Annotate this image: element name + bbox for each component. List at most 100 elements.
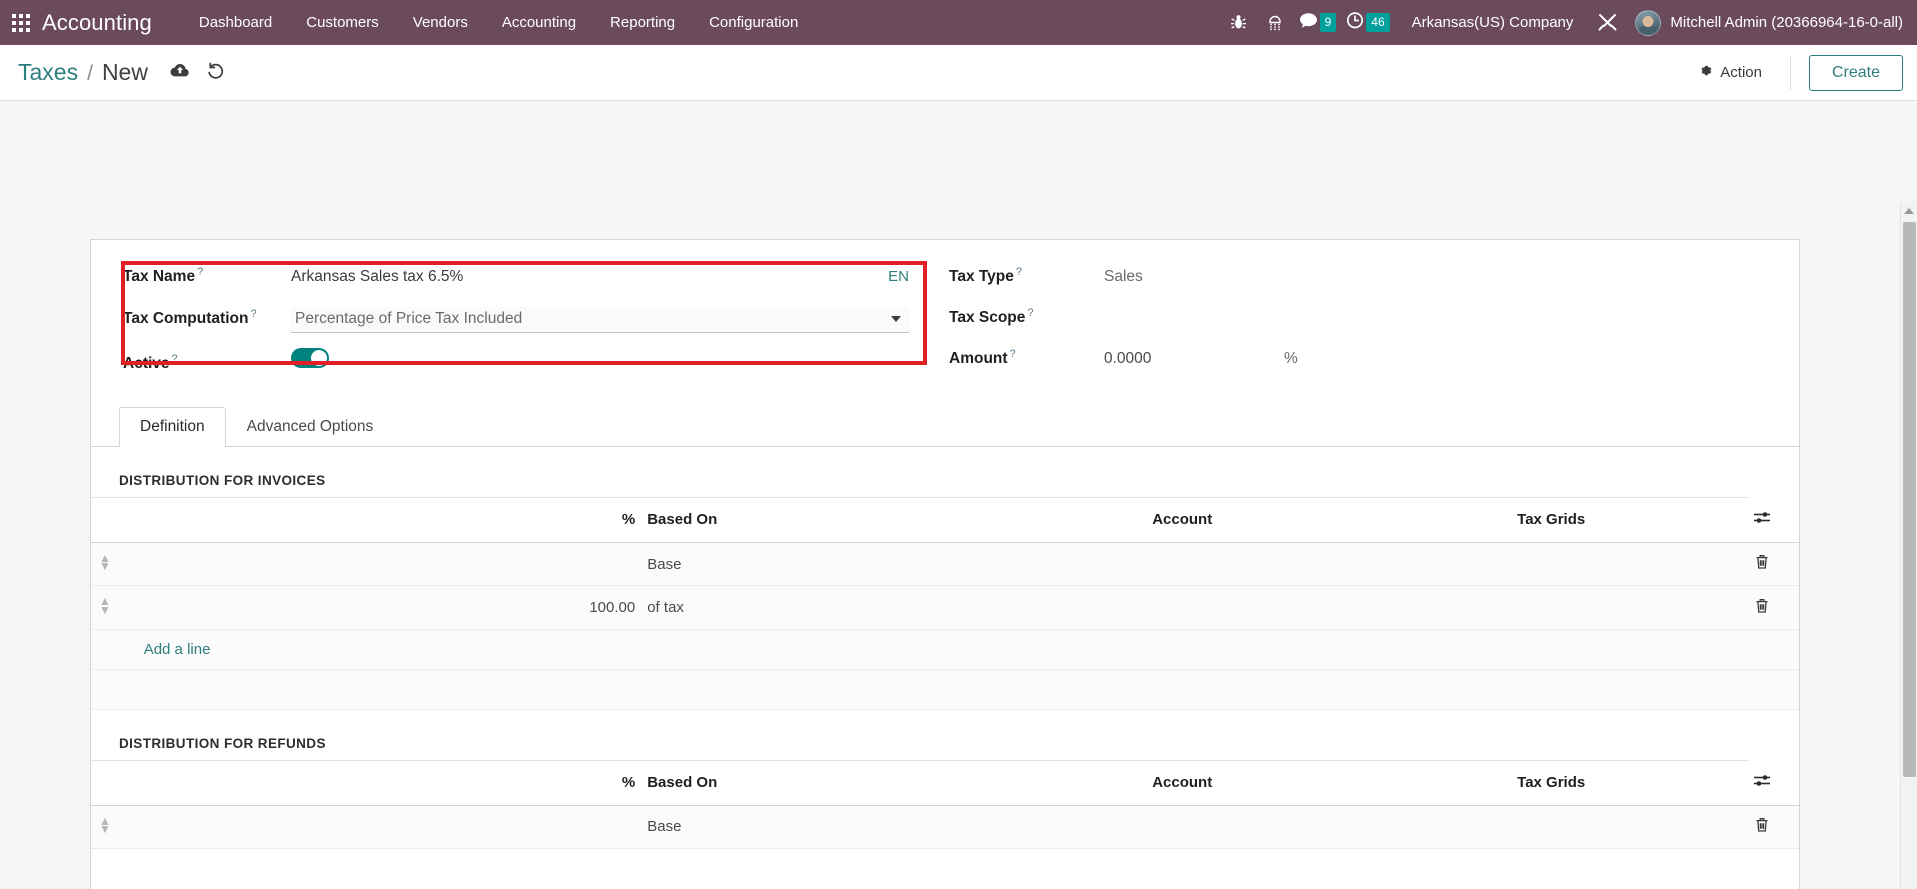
chat-bubble-icon bbox=[1299, 12, 1318, 34]
form-left-column: Tax Name? EN Tax Computation? Percentage… bbox=[91, 262, 931, 385]
wrench-screwdriver-icon[interactable] bbox=[1589, 7, 1625, 39]
help-tooltip-icon[interactable]: ? bbox=[1016, 266, 1022, 278]
help-tooltip-icon[interactable]: ? bbox=[172, 353, 178, 365]
row-drag-handle[interactable]: ▲ ▼ bbox=[91, 805, 144, 850]
breadcrumb-item-new: New bbox=[101, 59, 148, 85]
field-tax-name: Tax Name? EN bbox=[123, 262, 931, 303]
th-handle bbox=[91, 498, 144, 543]
save-record-button[interactable] bbox=[166, 59, 194, 87]
main-menu: Dashboard Customers Vendors Accounting R… bbox=[182, 7, 815, 38]
cell-tax-grids[interactable] bbox=[1377, 542, 1726, 587]
cell-delete[interactable] bbox=[1725, 585, 1799, 630]
th-based-on: Based On bbox=[639, 498, 988, 543]
add-line-cell[interactable]: Add a line bbox=[143, 629, 1799, 670]
activities-counter[interactable]: 46 bbox=[1340, 11, 1393, 34]
sliders-icon[interactable] bbox=[1753, 512, 1772, 529]
undo-icon bbox=[206, 62, 225, 84]
cell-tax-grids[interactable] bbox=[1377, 805, 1726, 850]
table-header-row: % Based On Account Tax Grids bbox=[91, 498, 1799, 543]
cell-delete[interactable] bbox=[1725, 542, 1799, 587]
tab-advanced-options[interactable]: Advanced Options bbox=[226, 407, 395, 446]
row-drag-handle[interactable]: ▲ ▼ bbox=[91, 542, 144, 587]
breadcrumb-item-taxes[interactable]: Taxes bbox=[18, 59, 78, 86]
menu-item-dashboard[interactable]: Dashboard bbox=[182, 7, 289, 38]
cell-based-on[interactable]: of tax bbox=[639, 585, 988, 630]
table-row[interactable]: ▲ ▼ Base bbox=[91, 805, 1799, 850]
grid-dots-icon[interactable] bbox=[1257, 7, 1293, 39]
cell-based-on[interactable]: Base bbox=[639, 805, 988, 850]
bug-icon[interactable] bbox=[1221, 7, 1257, 39]
help-tooltip-icon[interactable]: ? bbox=[250, 308, 256, 320]
form-sheet: Tax Name? EN Tax Computation? Percentage… bbox=[90, 239, 1800, 889]
active-toggle[interactable] bbox=[291, 348, 329, 368]
trash-icon[interactable] bbox=[1755, 598, 1769, 618]
tax-scope-label: Tax Scope? bbox=[949, 307, 1034, 327]
menu-item-configuration[interactable]: Configuration bbox=[692, 7, 815, 38]
scrollbar-thumb[interactable] bbox=[1903, 222, 1916, 777]
help-tooltip-icon[interactable]: ? bbox=[1027, 307, 1033, 319]
field-tax-computation: Tax Computation? Percentage of Price Tax… bbox=[123, 303, 931, 344]
menu-item-vendors[interactable]: Vendors bbox=[396, 7, 485, 38]
cell-tax-grids[interactable] bbox=[1377, 585, 1726, 630]
amount-value[interactable]: 0.0000 bbox=[1104, 350, 1284, 368]
tax-computation-label: Tax Computation? bbox=[123, 307, 257, 327]
clock-icon bbox=[1346, 11, 1364, 34]
menu-item-reporting[interactable]: Reporting bbox=[593, 7, 692, 38]
company-switcher[interactable]: Arkansas(US) Company bbox=[1412, 14, 1574, 31]
cell-account[interactable] bbox=[987, 585, 1378, 630]
field-tax-scope: Tax Scope? bbox=[949, 303, 1799, 344]
cell-percent[interactable] bbox=[143, 542, 640, 587]
cloud-upload-icon bbox=[170, 63, 190, 83]
active-label: Active? bbox=[123, 352, 178, 372]
tab-definition[interactable]: Definition bbox=[119, 407, 226, 447]
gear-icon bbox=[1698, 63, 1713, 82]
toolbar-divider bbox=[1789, 55, 1791, 90]
action-menu-label: Action bbox=[1720, 64, 1762, 81]
row-drag-handle[interactable]: ▲ ▼ bbox=[91, 585, 144, 630]
scroll-up-arrow-icon[interactable] bbox=[1901, 202, 1917, 219]
help-tooltip-icon[interactable]: ? bbox=[1010, 348, 1016, 360]
addline-spacer bbox=[91, 629, 144, 670]
add-a-line-button[interactable]: Add a line bbox=[144, 641, 211, 658]
apps-grid-icon[interactable] bbox=[10, 12, 32, 34]
table-row[interactable]: ▲ ▼ 100.00 of tax bbox=[91, 585, 1799, 630]
cell-account[interactable] bbox=[987, 542, 1378, 587]
translation-lang-button[interactable]: EN bbox=[878, 268, 909, 285]
user-name-label: Mitchell Admin (20366964-16-0-all) bbox=[1670, 14, 1903, 31]
vertical-scrollbar[interactable] bbox=[1900, 202, 1917, 889]
chevron-down-icon bbox=[891, 316, 901, 322]
drag-handle-icon[interactable]: ▲ ▼ bbox=[99, 814, 111, 835]
cell-delete[interactable] bbox=[1725, 805, 1799, 850]
user-menu[interactable]: Mitchell Admin (20366964-16-0-all) bbox=[1635, 9, 1903, 36]
trash-icon[interactable] bbox=[1755, 818, 1769, 837]
record-actions bbox=[166, 59, 230, 87]
tax-computation-selected-value: Percentage of Price Tax Included bbox=[295, 310, 523, 327]
th-optional-columns[interactable] bbox=[1725, 498, 1799, 543]
cell-percent[interactable]: 100.00 bbox=[143, 585, 640, 630]
menu-item-customers[interactable]: Customers bbox=[289, 7, 396, 38]
th-optional-columns[interactable] bbox=[1725, 760, 1799, 806]
discard-record-button[interactable] bbox=[202, 59, 230, 87]
cell-based-on[interactable]: Base bbox=[639, 542, 988, 587]
action-menu-button[interactable]: Action bbox=[1684, 57, 1776, 88]
drag-handle-icon[interactable]: ▲ ▼ bbox=[99, 595, 111, 616]
tax-name-input[interactable] bbox=[291, 268, 879, 287]
trash-icon[interactable] bbox=[1755, 555, 1769, 574]
create-button[interactable]: Create bbox=[1808, 54, 1903, 91]
help-tooltip-icon[interactable]: ? bbox=[197, 266, 203, 278]
add-line-row[interactable]: Add a line bbox=[91, 629, 1799, 670]
tax-type-value[interactable]: Sales bbox=[1104, 268, 1799, 286]
th-based-on: Based On bbox=[639, 760, 988, 806]
tax-computation-select[interactable]: Percentage of Price Tax Included bbox=[291, 307, 909, 333]
distribution-refunds-title: DISTRIBUTION FOR REFUNDS bbox=[91, 710, 1749, 761]
cell-account[interactable] bbox=[987, 805, 1378, 850]
app-brand-accounting[interactable]: Accounting bbox=[42, 10, 152, 36]
breadcrumb-separator: / bbox=[87, 62, 93, 85]
messages-counter[interactable]: 9 bbox=[1293, 12, 1341, 34]
table-row[interactable]: ▲ ▼ Base bbox=[91, 542, 1799, 587]
sliders-icon[interactable] bbox=[1753, 774, 1772, 792]
th-percent: % bbox=[143, 760, 640, 806]
cell-percent[interactable] bbox=[143, 805, 640, 850]
drag-handle-icon[interactable]: ▲ ▼ bbox=[99, 552, 111, 573]
menu-item-accounting[interactable]: Accounting bbox=[485, 7, 593, 38]
